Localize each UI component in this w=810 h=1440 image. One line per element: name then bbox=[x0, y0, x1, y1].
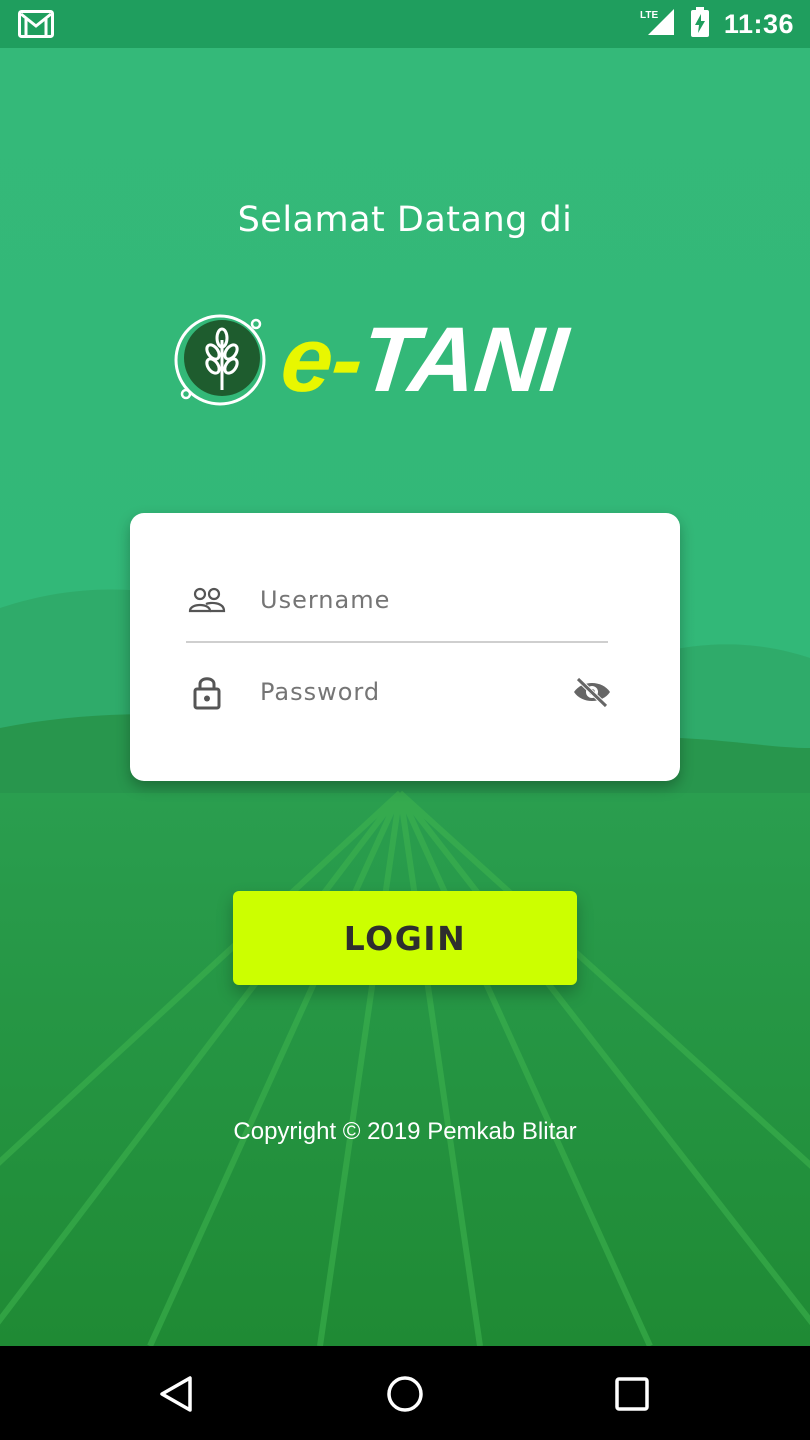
navigation-bar bbox=[0, 1346, 810, 1440]
gmail-icon bbox=[18, 10, 54, 42]
eye-off-icon[interactable] bbox=[571, 675, 613, 709]
welcome-text: Selamat Datang di bbox=[237, 200, 573, 240]
clock: 11:36 bbox=[723, 8, 794, 39]
login-card bbox=[130, 513, 680, 781]
status-bar: LTE 11:36 bbox=[0, 0, 810, 48]
username-input[interactable] bbox=[258, 577, 562, 623]
battery-charging-icon bbox=[690, 7, 710, 41]
login-screen: Selamat Datang di e-TANI Username LOGIN … bbox=[0, 48, 810, 1346]
back-icon[interactable] bbox=[154, 1370, 202, 1418]
app-logo: e-TANI bbox=[170, 309, 640, 411]
recents-icon[interactable] bbox=[608, 1370, 656, 1418]
username-row bbox=[186, 569, 610, 643]
lte-signal-icon: LTE bbox=[640, 7, 676, 41]
wheat-icon bbox=[170, 310, 270, 414]
username-underline bbox=[186, 641, 608, 643]
copyright-text: Copyright © 2019 Pemkab Blitar bbox=[233, 1118, 577, 1145]
users-icon bbox=[186, 583, 228, 617]
app-name: e-TANI bbox=[276, 309, 571, 411]
lock-icon bbox=[186, 675, 228, 710]
password-input[interactable] bbox=[258, 669, 562, 715]
password-row bbox=[186, 661, 610, 723]
app-name-main: TANI bbox=[356, 309, 571, 411]
login-button[interactable]: LOGIN bbox=[233, 891, 577, 985]
app-name-prefix: e- bbox=[276, 309, 368, 411]
home-icon[interactable] bbox=[381, 1370, 429, 1418]
lte-label: LTE bbox=[640, 10, 658, 21]
